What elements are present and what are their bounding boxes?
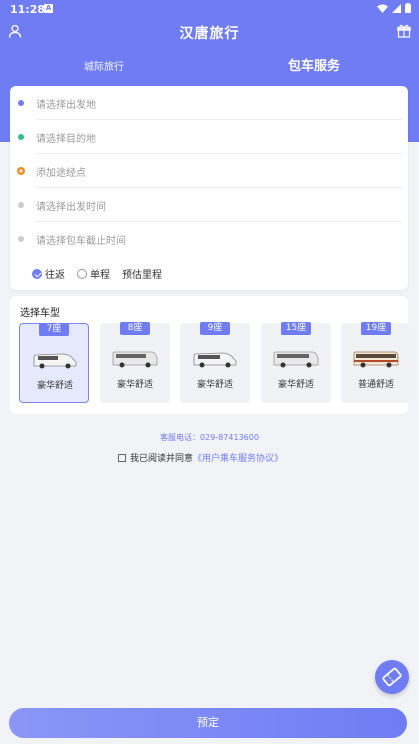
seat-badge: 9座: [200, 322, 230, 335]
tab-charter-service[interactable]: 包车服务: [288, 55, 340, 74]
agreement-text: 我已阅读并同意: [130, 454, 194, 464]
van-icon: [273, 351, 319, 368]
estimated-mileage: 预估里程: [122, 270, 162, 281]
status-bar: 11:28 A: [0, 0, 419, 18]
vehicle-label: 豪华舒适: [196, 380, 233, 390]
one-way-option[interactable]: 单程: [77, 266, 110, 281]
departure-dot-icon: [18, 100, 24, 106]
notification-a-icon: A: [44, 4, 53, 13]
round-trip-label: 往返: [45, 270, 65, 281]
seat-badge: 8座: [120, 322, 150, 335]
vehicle-label: 豪华舒适: [36, 381, 73, 391]
departure-placeholder: 请选择出发地: [36, 100, 96, 111]
departure-time-dot-icon: [18, 202, 24, 208]
customer-service-phone[interactable]: 客服电话：029-87413600: [0, 432, 419, 443]
vehicle-option-8-seat[interactable]: 8座 豪华舒适: [100, 322, 170, 403]
vehicle-label: 豪华舒适: [277, 380, 314, 390]
wifi-icon: [377, 4, 388, 13]
signal-icon: [392, 3, 401, 13]
end-time-dot-icon: [18, 236, 24, 242]
agreement-checkbox[interactable]: [118, 453, 126, 462]
seat-badge: 15座: [281, 322, 311, 335]
van-icon: [193, 352, 237, 368]
destination-field[interactable]: 请选择目的地: [10, 120, 408, 154]
battery-icon: [405, 3, 411, 13]
departure-time-field[interactable]: 请选择出发时间: [10, 188, 408, 222]
ticket-icon: [382, 667, 402, 687]
tab-intercity-travel[interactable]: 城际旅行: [84, 58, 124, 73]
ticket-fab-button[interactable]: [375, 660, 409, 694]
destination-placeholder: 请选择目的地: [36, 134, 96, 145]
charter-end-time-placeholder: 请选择包车截止时间: [36, 236, 126, 247]
van-icon: [33, 353, 77, 369]
trip-form-card: 请选择出发地 请选择目的地 添加途经点 请选择出发时间 请选择包车截止时间 往返…: [10, 86, 408, 290]
departure-field[interactable]: 请选择出发地: [10, 86, 408, 120]
vehicle-type-title: 选择车型: [20, 308, 60, 319]
agreement-row: 我已阅读并同意 《用户乘车服务协议》: [118, 451, 283, 464]
agreement-link[interactable]: 《用户乘车服务协议》: [193, 451, 283, 464]
charter-end-time-field[interactable]: 请选择包车截止时间: [10, 222, 408, 256]
vehicle-label: 豪华舒适: [116, 380, 153, 390]
seat-badge: 19座: [361, 322, 391, 335]
van-icon: [112, 351, 158, 368]
waypoint-placeholder: 添加途经点: [36, 168, 86, 179]
vehicle-option-19-seat[interactable]: 19座 普通舒适: [341, 322, 411, 403]
destination-dot-icon: [18, 134, 24, 140]
radio-unchecked-icon: [77, 268, 87, 279]
app-title: 汉唐旅行: [179, 26, 240, 42]
status-time: 11:28: [10, 3, 46, 16]
bus-icon: [353, 351, 399, 368]
trip-type-options: 往返 单程 预估里程: [32, 266, 162, 281]
round-trip-option[interactable]: 往返: [32, 266, 65, 281]
vehicle-type-card: 选择车型 7座 豪华舒适 8座 豪华舒适 9座 豪华舒适 15座 豪华舒适 19…: [10, 296, 411, 414]
departure-time-placeholder: 请选择出发时间: [36, 202, 106, 213]
book-button[interactable]: 预定: [9, 708, 407, 738]
seat-badge: 7座: [39, 323, 69, 336]
gift-icon[interactable]: [397, 24, 411, 38]
vehicle-option-9-seat[interactable]: 9座 豪华舒适: [180, 322, 250, 403]
vehicle-option-7-seat[interactable]: 7座 豪华舒适: [19, 323, 89, 403]
waypoint-field[interactable]: 添加途经点: [10, 154, 408, 188]
one-way-label: 单程: [90, 270, 110, 281]
add-waypoint-icon: [17, 167, 25, 175]
radio-checked-icon: [32, 268, 42, 279]
vehicle-option-15-seat[interactable]: 15座 豪华舒适: [261, 322, 331, 403]
vehicle-label: 普通舒适: [357, 380, 394, 390]
